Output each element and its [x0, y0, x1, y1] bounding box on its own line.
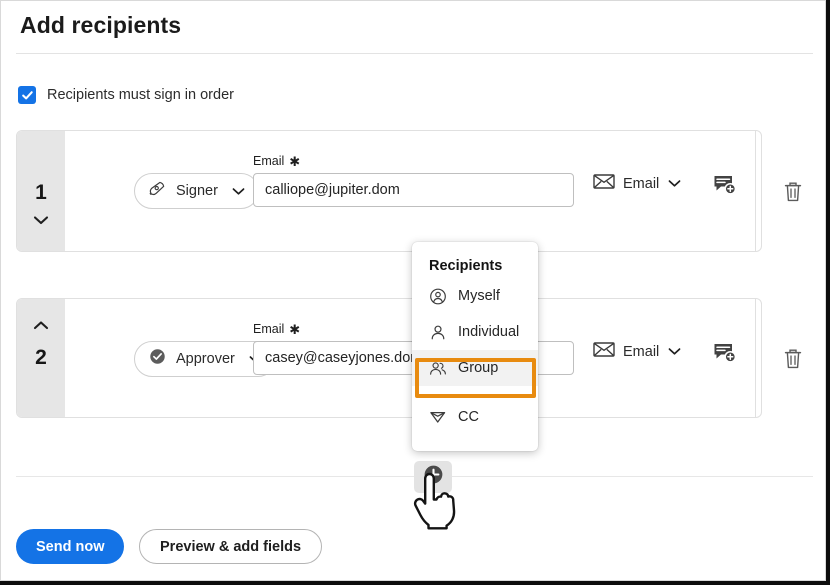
- recipient-index: 2: [17, 346, 65, 370]
- add-private-message-icon[interactable]: [713, 174, 737, 196]
- users-group-icon: [429, 359, 447, 378]
- add-recipient-button[interactable]: [414, 461, 452, 493]
- recipient-row: 1 Signer: [16, 130, 762, 252]
- role-label: Approver: [176, 351, 235, 367]
- delivery-method-label: Email: [623, 176, 659, 192]
- recipient-row-body: Signer Email ✱: [65, 131, 761, 251]
- chevron-down-icon: [231, 187, 246, 196]
- dropdown-item-label: CC: [458, 409, 479, 425]
- sign-in-order-checkbox[interactable]: [18, 86, 36, 104]
- row-divider: [755, 299, 756, 418]
- plus-circle-icon: [423, 464, 444, 490]
- sign-in-order-row[interactable]: Recipients must sign in order: [18, 86, 234, 104]
- envelope-icon: [593, 341, 615, 363]
- row-divider: [755, 131, 756, 252]
- required-asterisk: ✱: [289, 155, 300, 168]
- recipient-index: 1: [17, 181, 65, 205]
- dropdown-item-cc[interactable]: CC: [412, 399, 538, 435]
- add-recipients-panel: Add recipients Recipients must sign in o…: [0, 0, 830, 585]
- email-field-label: Email ✱: [253, 154, 574, 168]
- email-field-group: Email ✱: [253, 154, 574, 207]
- delivery-method-selector[interactable]: Email: [593, 173, 682, 195]
- move-up-chevron-icon[interactable]: [17, 318, 65, 336]
- recipient-row: 2 Approver Email: [16, 298, 762, 418]
- role-selector-button[interactable]: Signer: [134, 173, 259, 209]
- email-input[interactable]: [253, 173, 574, 207]
- recipient-order-control[interactable]: 1: [17, 131, 65, 251]
- add-private-message-icon[interactable]: [713, 342, 737, 364]
- dropdown-item-label: Group: [458, 360, 498, 376]
- dropdown-item-label: Individual: [458, 324, 519, 340]
- required-asterisk: ✱: [289, 323, 300, 336]
- title-divider: [16, 53, 813, 54]
- signature-pen-icon: [148, 179, 167, 203]
- delete-recipient-button[interactable]: [783, 348, 803, 370]
- recipient-type-dropdown: Recipients Myself Individual: [412, 242, 538, 451]
- dropdown-item-label: Myself: [458, 288, 500, 304]
- delete-recipient-button[interactable]: [783, 181, 803, 203]
- chevron-down-icon: [667, 175, 682, 193]
- dropdown-item-myself[interactable]: Myself: [412, 278, 538, 314]
- sign-in-order-label: Recipients must sign in order: [47, 87, 234, 103]
- role-label: Signer: [176, 183, 218, 199]
- dropdown-heading: Recipients: [412, 254, 538, 278]
- user-icon: [429, 323, 447, 342]
- envelope-icon: [593, 173, 615, 195]
- move-down-chevron-icon[interactable]: [17, 213, 65, 231]
- send-now-button[interactable]: Send now: [16, 529, 124, 564]
- recipient-order-control[interactable]: 2: [17, 299, 65, 417]
- delivery-method-label: Email: [623, 344, 659, 360]
- page-title: Add recipients: [20, 12, 181, 39]
- chevron-down-icon: [667, 343, 682, 361]
- preview-add-fields-button[interactable]: Preview & add fields: [139, 529, 322, 564]
- send-paper-plane-icon: [429, 408, 447, 426]
- user-circle-icon: [429, 287, 447, 306]
- delivery-method-selector[interactable]: Email: [593, 341, 682, 363]
- dropdown-item-individual[interactable]: Individual: [412, 314, 538, 350]
- dropdown-item-group[interactable]: Group: [412, 350, 538, 386]
- check-circle-icon: [148, 347, 167, 371]
